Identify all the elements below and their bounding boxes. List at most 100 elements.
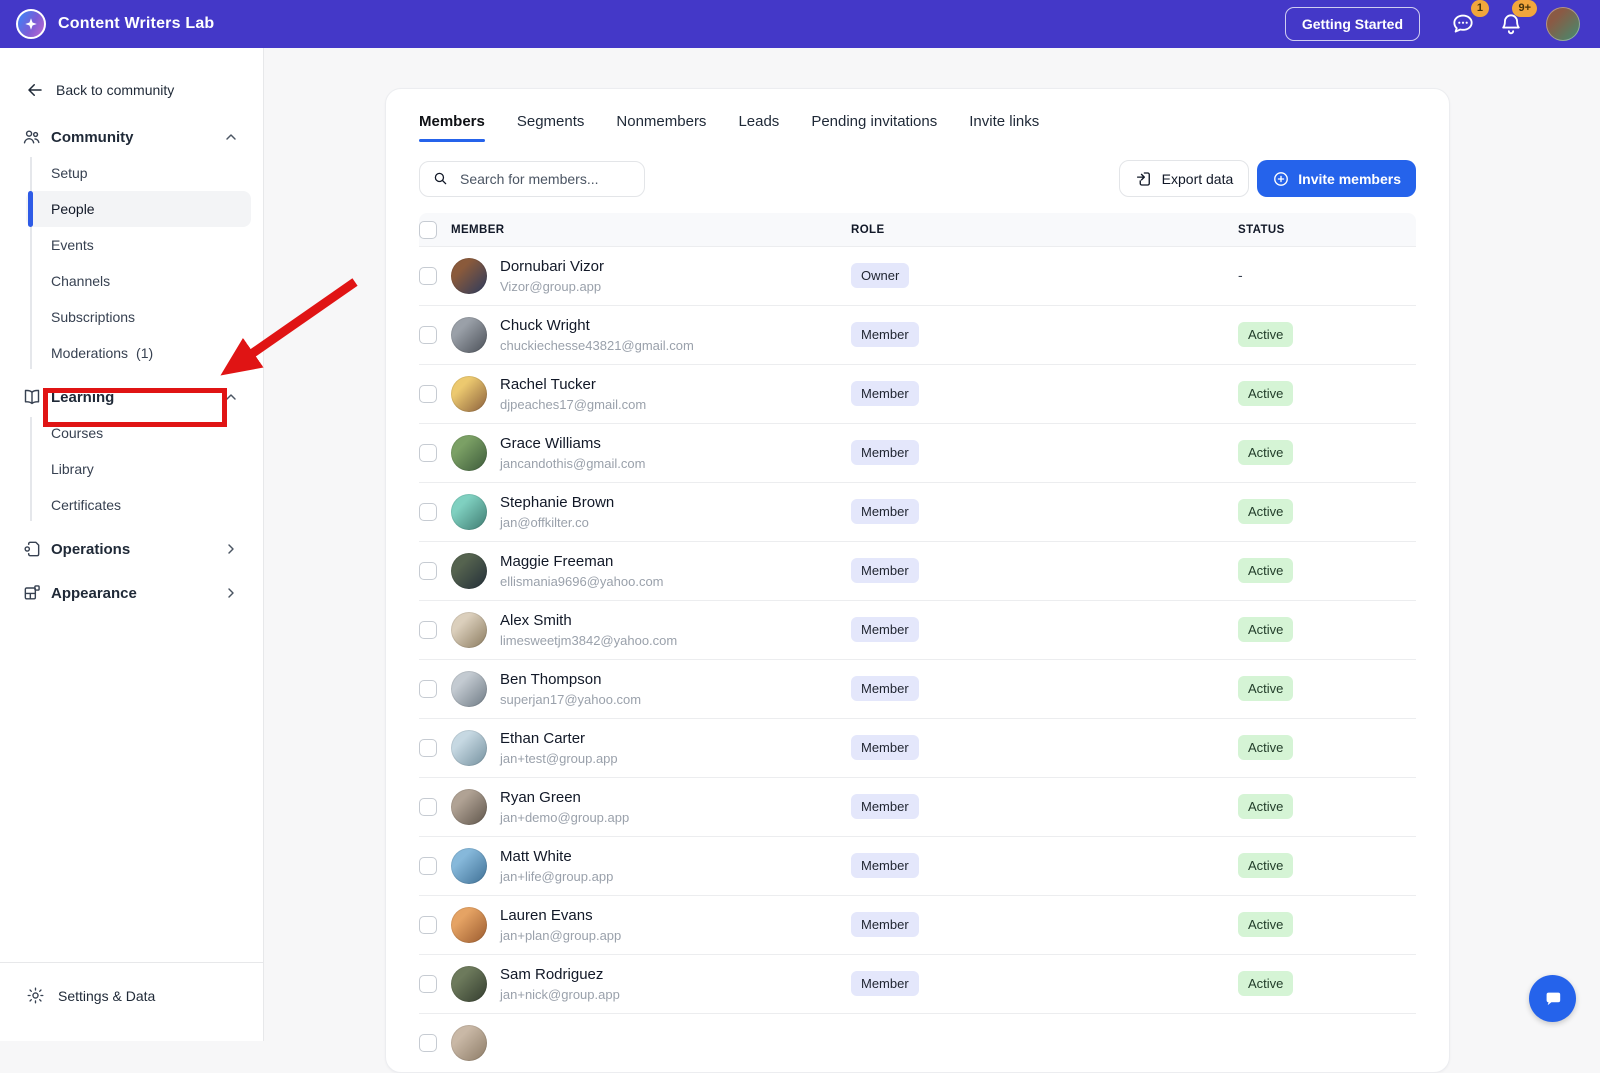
sidebar-item-setup[interactable]: Setup bbox=[26, 155, 251, 191]
arrow-left-icon bbox=[28, 84, 42, 96]
member-email: jan+plan@group.app bbox=[500, 928, 622, 943]
members-card: Members Segments Nonmembers Leads Pendin… bbox=[385, 88, 1450, 1073]
community-logo-icon[interactable] bbox=[16, 9, 46, 39]
avatar bbox=[451, 258, 487, 294]
table-row[interactable]: Alex Smith limesweetjm3842@yahoo.com Mem… bbox=[419, 600, 1416, 659]
table-row[interactable]: Matt White jan+life@group.app Member Act… bbox=[419, 836, 1416, 895]
table-row[interactable]: Ryan Green jan+demo@group.app Member Act… bbox=[419, 777, 1416, 836]
row-checkbox[interactable] bbox=[419, 739, 437, 757]
sidebar-item-moderations[interactable]: Moderations (1) bbox=[26, 335, 251, 371]
row-checkbox[interactable] bbox=[419, 975, 437, 993]
back-to-community-link[interactable]: Back to community bbox=[0, 48, 263, 99]
row-checkbox[interactable] bbox=[419, 503, 437, 521]
column-member: MEMBER bbox=[451, 223, 505, 236]
member-name: Chuck Wright bbox=[500, 317, 590, 334]
export-data-button[interactable]: Export data bbox=[1118, 160, 1250, 197]
table-row[interactable]: Grace Williams jancandothis@gmail.com Me… bbox=[419, 423, 1416, 482]
select-all-checkbox[interactable] bbox=[419, 220, 437, 239]
role-badge: Member bbox=[851, 794, 919, 819]
table-row[interactable]: Lauren Evans jan+plan@group.app Member A… bbox=[419, 895, 1416, 954]
avatar bbox=[451, 553, 487, 589]
avatar bbox=[451, 435, 487, 471]
sparkle-icon bbox=[25, 18, 37, 30]
row-checkbox[interactable] bbox=[419, 1034, 437, 1052]
speech-bubble-icon bbox=[1546, 992, 1560, 1005]
table-row[interactable]: Sam Rodriguez jan+nick@group.app Member … bbox=[419, 954, 1416, 1013]
role-badge: Member bbox=[851, 676, 919, 701]
invite-members-button[interactable]: Invite members bbox=[1257, 160, 1416, 197]
sidebar-item-events[interactable]: Events bbox=[26, 227, 251, 263]
tab-members[interactable]: Members bbox=[419, 113, 485, 142]
sidebar-section-operations[interactable]: Operations bbox=[0, 531, 263, 567]
chevron-up-icon[interactable] bbox=[223, 389, 239, 405]
member-email: Vizor@group.app bbox=[500, 279, 602, 294]
role-badge: Member bbox=[851, 617, 919, 642]
row-checkbox[interactable] bbox=[419, 857, 437, 875]
sidebar-section-community[interactable]: Community bbox=[0, 119, 263, 155]
table-row[interactable]: Dornubari Vizor Vizor@group.app Owner - bbox=[419, 246, 1416, 305]
settings-and-data-link[interactable]: Settings & Data bbox=[0, 962, 263, 1041]
tab-leads[interactable]: Leads bbox=[738, 113, 779, 142]
chevron-right-icon[interactable] bbox=[223, 585, 239, 601]
status-badge: Active bbox=[1238, 499, 1294, 524]
member-name: Grace Williams bbox=[500, 435, 601, 452]
plus-circle-icon bbox=[1274, 171, 1289, 186]
sidebar-item-library[interactable]: Library bbox=[26, 451, 251, 487]
user-avatar[interactable] bbox=[1546, 7, 1580, 41]
status-badge: Active bbox=[1238, 440, 1294, 465]
community-title: Content Writers Lab bbox=[58, 15, 215, 32]
notifications-badge: 9+ bbox=[1512, 0, 1537, 17]
row-checkbox[interactable] bbox=[419, 916, 437, 934]
status-badge: Active bbox=[1238, 322, 1294, 347]
sidebar-item-courses[interactable]: Courses bbox=[26, 415, 251, 451]
chevron-right-icon[interactable] bbox=[223, 541, 239, 557]
table-row[interactable]: Chuck Wright chuckiechesse43821@gmail.co… bbox=[419, 305, 1416, 364]
notifications-button[interactable]: 9+ bbox=[1498, 0, 1537, 37]
sidebar-item-channels[interactable]: Channels bbox=[26, 263, 251, 299]
search-members-input[interactable] bbox=[458, 169, 632, 188]
table-row[interactable] bbox=[419, 1013, 1416, 1072]
role-badge: Member bbox=[851, 735, 919, 760]
role-badge: Member bbox=[851, 853, 919, 878]
sidebar-section-appearance[interactable]: Appearance bbox=[0, 575, 263, 611]
tab-pending-invitations[interactable]: Pending invitations bbox=[811, 113, 937, 142]
chevron-up-icon[interactable] bbox=[223, 129, 239, 145]
sidebar-item-people[interactable]: People bbox=[26, 191, 251, 227]
row-checkbox[interactable] bbox=[419, 798, 437, 816]
support-chat-widget-button[interactable] bbox=[1529, 975, 1576, 1022]
row-checkbox[interactable] bbox=[419, 267, 437, 285]
row-checkbox[interactable] bbox=[419, 385, 437, 403]
member-email: limesweetjm3842@yahoo.com bbox=[500, 633, 678, 648]
tab-segments[interactable]: Segments bbox=[517, 113, 585, 142]
row-checkbox[interactable] bbox=[419, 444, 437, 462]
member-email: jan+test@group.app bbox=[500, 751, 618, 766]
getting-started-button[interactable]: Getting Started bbox=[1284, 7, 1420, 41]
member-name: Ben Thompson bbox=[500, 671, 602, 688]
table-row[interactable]: Rachel Tucker djpeaches17@gmail.com Memb… bbox=[419, 364, 1416, 423]
table-row[interactable]: Stephanie Brown jan@offkilter.co Member … bbox=[419, 482, 1416, 541]
chat-bubble-icon bbox=[1453, 14, 1473, 33]
sidebar-item-certificates[interactable]: Certificates bbox=[26, 487, 251, 523]
row-checkbox[interactable] bbox=[419, 326, 437, 344]
sidebar-item-subscriptions[interactable]: Subscriptions bbox=[26, 299, 251, 335]
member-name: Sam Rodriguez bbox=[500, 966, 604, 983]
status-badge: Active bbox=[1238, 735, 1294, 760]
table-header: MEMBER ROLE STATUS bbox=[419, 213, 1416, 246]
member-name: Dornubari Vizor bbox=[500, 258, 604, 275]
row-checkbox[interactable] bbox=[419, 621, 437, 639]
table-row[interactable]: Ben Thompson superjan17@yahoo.com Member… bbox=[419, 659, 1416, 718]
row-checkbox[interactable] bbox=[419, 562, 437, 580]
row-checkbox[interactable] bbox=[419, 680, 437, 698]
avatar bbox=[451, 730, 487, 766]
table-row[interactable]: Ethan Carter jan+test@group.app Member A… bbox=[419, 718, 1416, 777]
avatar bbox=[451, 376, 487, 412]
member-email: jan+demo@group.app bbox=[500, 810, 630, 825]
status-badge: Active bbox=[1238, 676, 1294, 701]
messages-button[interactable]: 1 bbox=[1450, 0, 1489, 37]
tab-nonmembers[interactable]: Nonmembers bbox=[616, 113, 706, 142]
sidebar-section-learning[interactable]: Learning bbox=[0, 379, 263, 415]
book-icon bbox=[22, 387, 42, 407]
member-email: superjan17@yahoo.com bbox=[500, 692, 642, 707]
table-row[interactable]: Maggie Freeman ellismania9696@yahoo.com … bbox=[419, 541, 1416, 600]
tab-invite-links[interactable]: Invite links bbox=[969, 113, 1039, 142]
